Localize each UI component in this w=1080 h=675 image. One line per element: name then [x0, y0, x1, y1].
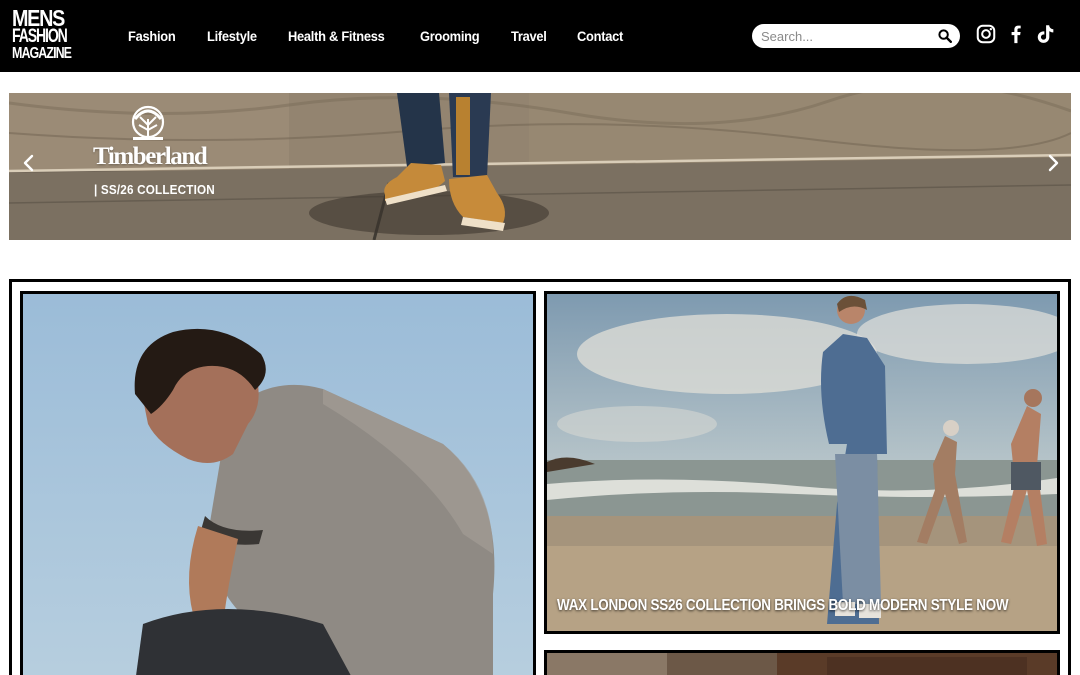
banner-subtitle: | SS/26 COLLECTION [94, 182, 215, 197]
article-image [547, 653, 1057, 675]
nav-item-grooming[interactable]: Grooming [420, 28, 480, 44]
logo-line-3: MAGAZINE [12, 45, 72, 62]
article-card-featured[interactable] [20, 291, 536, 675]
logo-line-1: MENS [12, 5, 65, 31]
search-icon[interactable] [938, 29, 953, 44]
nav-item-travel[interactable]: Travel [511, 28, 547, 44]
nav-item-lifestyle[interactable]: Lifestyle [207, 28, 257, 44]
site-header: MENS FASHION MAGAZINE Fashion Lifestyle … [0, 0, 1080, 72]
promo-banner[interactable]: Timberland | SS/26 COLLECTION [9, 93, 1071, 240]
brand-name: Timberland [93, 143, 208, 170]
main-nav: Fashion Lifestyle Health & Fitness Groom… [128, 0, 654, 72]
article-image [547, 294, 1057, 631]
article-card-wax-london[interactable]: WAX LONDON SS26 COLLECTION BRINGS BOLD M… [544, 291, 1060, 634]
instagram-icon[interactable] [975, 22, 997, 46]
search-box [752, 24, 960, 48]
tree-icon [131, 105, 165, 140]
facebook-icon[interactable] [1005, 22, 1027, 46]
article-image [23, 294, 533, 675]
chevron-right-icon[interactable] [1043, 151, 1063, 175]
chevron-left-icon[interactable] [19, 151, 39, 175]
tiktok-icon[interactable] [1034, 22, 1056, 46]
site-logo[interactable]: MENS FASHION MAGAZINE [12, 7, 82, 62]
article-title[interactable]: WAX LONDON SS26 COLLECTION BRINGS BOLD M… [557, 597, 1009, 615]
nav-item-health-fitness[interactable]: Health & Fitness [288, 28, 385, 44]
search-input[interactable] [761, 25, 931, 47]
logo-line-2: FASHION [12, 26, 68, 47]
nav-item-fashion[interactable]: Fashion [128, 28, 176, 44]
brand-logo: Timberland [93, 105, 208, 171]
nav-item-contact[interactable]: Contact [577, 28, 623, 44]
article-card-3[interactable] [544, 650, 1060, 675]
